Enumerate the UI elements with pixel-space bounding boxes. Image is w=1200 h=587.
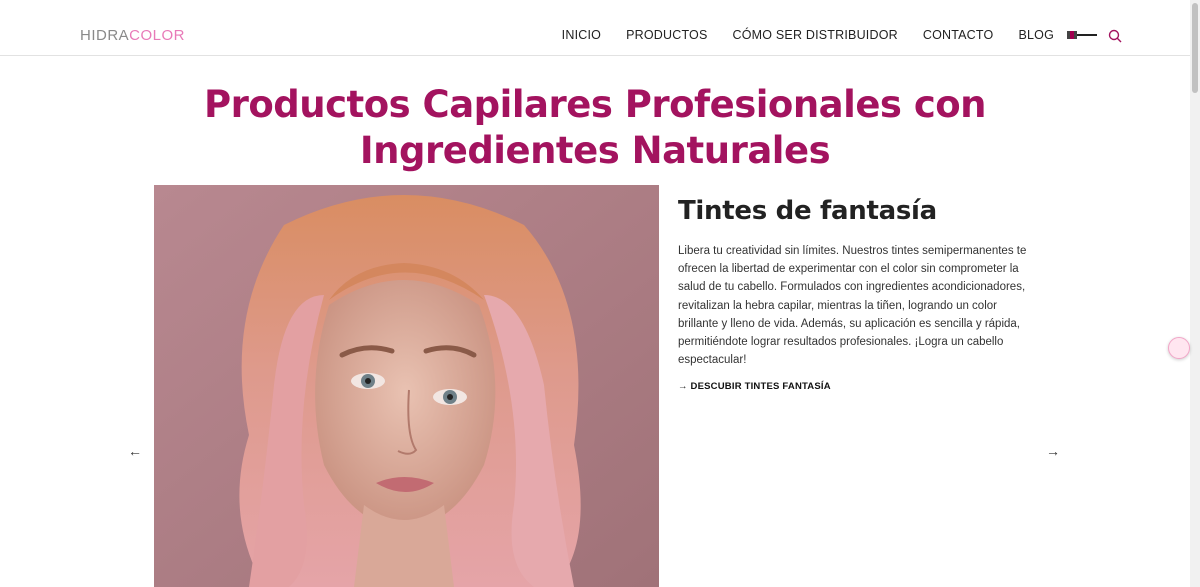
nav-productos[interactable]: PRODUCTOS bbox=[626, 28, 707, 42]
slide-description: Libera tu creatividad sin límites. Nuest… bbox=[678, 245, 1027, 367]
scrollbar-thumb[interactable] bbox=[1192, 3, 1198, 93]
site-header: HIDRACOLOR INICIO PRODUCTOS CÓMO SER DIS… bbox=[0, 0, 1190, 56]
logo-text-hidra: HIDRA bbox=[80, 27, 130, 44]
language-flag-icon[interactable] bbox=[1067, 31, 1097, 39]
scrollbar[interactable] bbox=[1190, 0, 1200, 587]
translate-icon[interactable] bbox=[1168, 337, 1190, 359]
main-nav: INICIO PRODUCTOS CÓMO SER DISTRIBUIDOR C… bbox=[537, 28, 1054, 42]
search-icon[interactable] bbox=[1108, 29, 1122, 43]
logo-text-color: COLOR bbox=[129, 27, 186, 44]
woman-pink-hair-photo bbox=[154, 185, 659, 587]
slider-next-arrow-icon[interactable]: → bbox=[1046, 443, 1060, 459]
page-title: Productos Capilares Profesionales con In… bbox=[0, 82, 1190, 174]
discover-link[interactable]: → DESCUBIR TINTES FANTASÍA bbox=[678, 381, 1034, 392]
nav-blog[interactable]: BLOG bbox=[1018, 28, 1054, 42]
page-title-line2: Ingredientes Naturales bbox=[359, 129, 831, 172]
nav-contacto[interactable]: CONTACTO bbox=[923, 28, 994, 42]
slider-prev-arrow-icon[interactable]: ← bbox=[128, 443, 142, 459]
logo[interactable]: HIDRACOLOR bbox=[80, 27, 185, 44]
slide-image bbox=[154, 185, 659, 587]
nav-distribuidor[interactable]: CÓMO SER DISTRIBUIDOR bbox=[733, 28, 898, 42]
slide-content: Tintes de fantasía Libera tu creatividad… bbox=[678, 196, 1034, 392]
slide-title: Tintes de fantasía bbox=[678, 196, 937, 226]
page-title-line1: Productos Capilares Profesionales con bbox=[203, 83, 987, 126]
nav-inicio[interactable]: INICIO bbox=[562, 28, 601, 42]
